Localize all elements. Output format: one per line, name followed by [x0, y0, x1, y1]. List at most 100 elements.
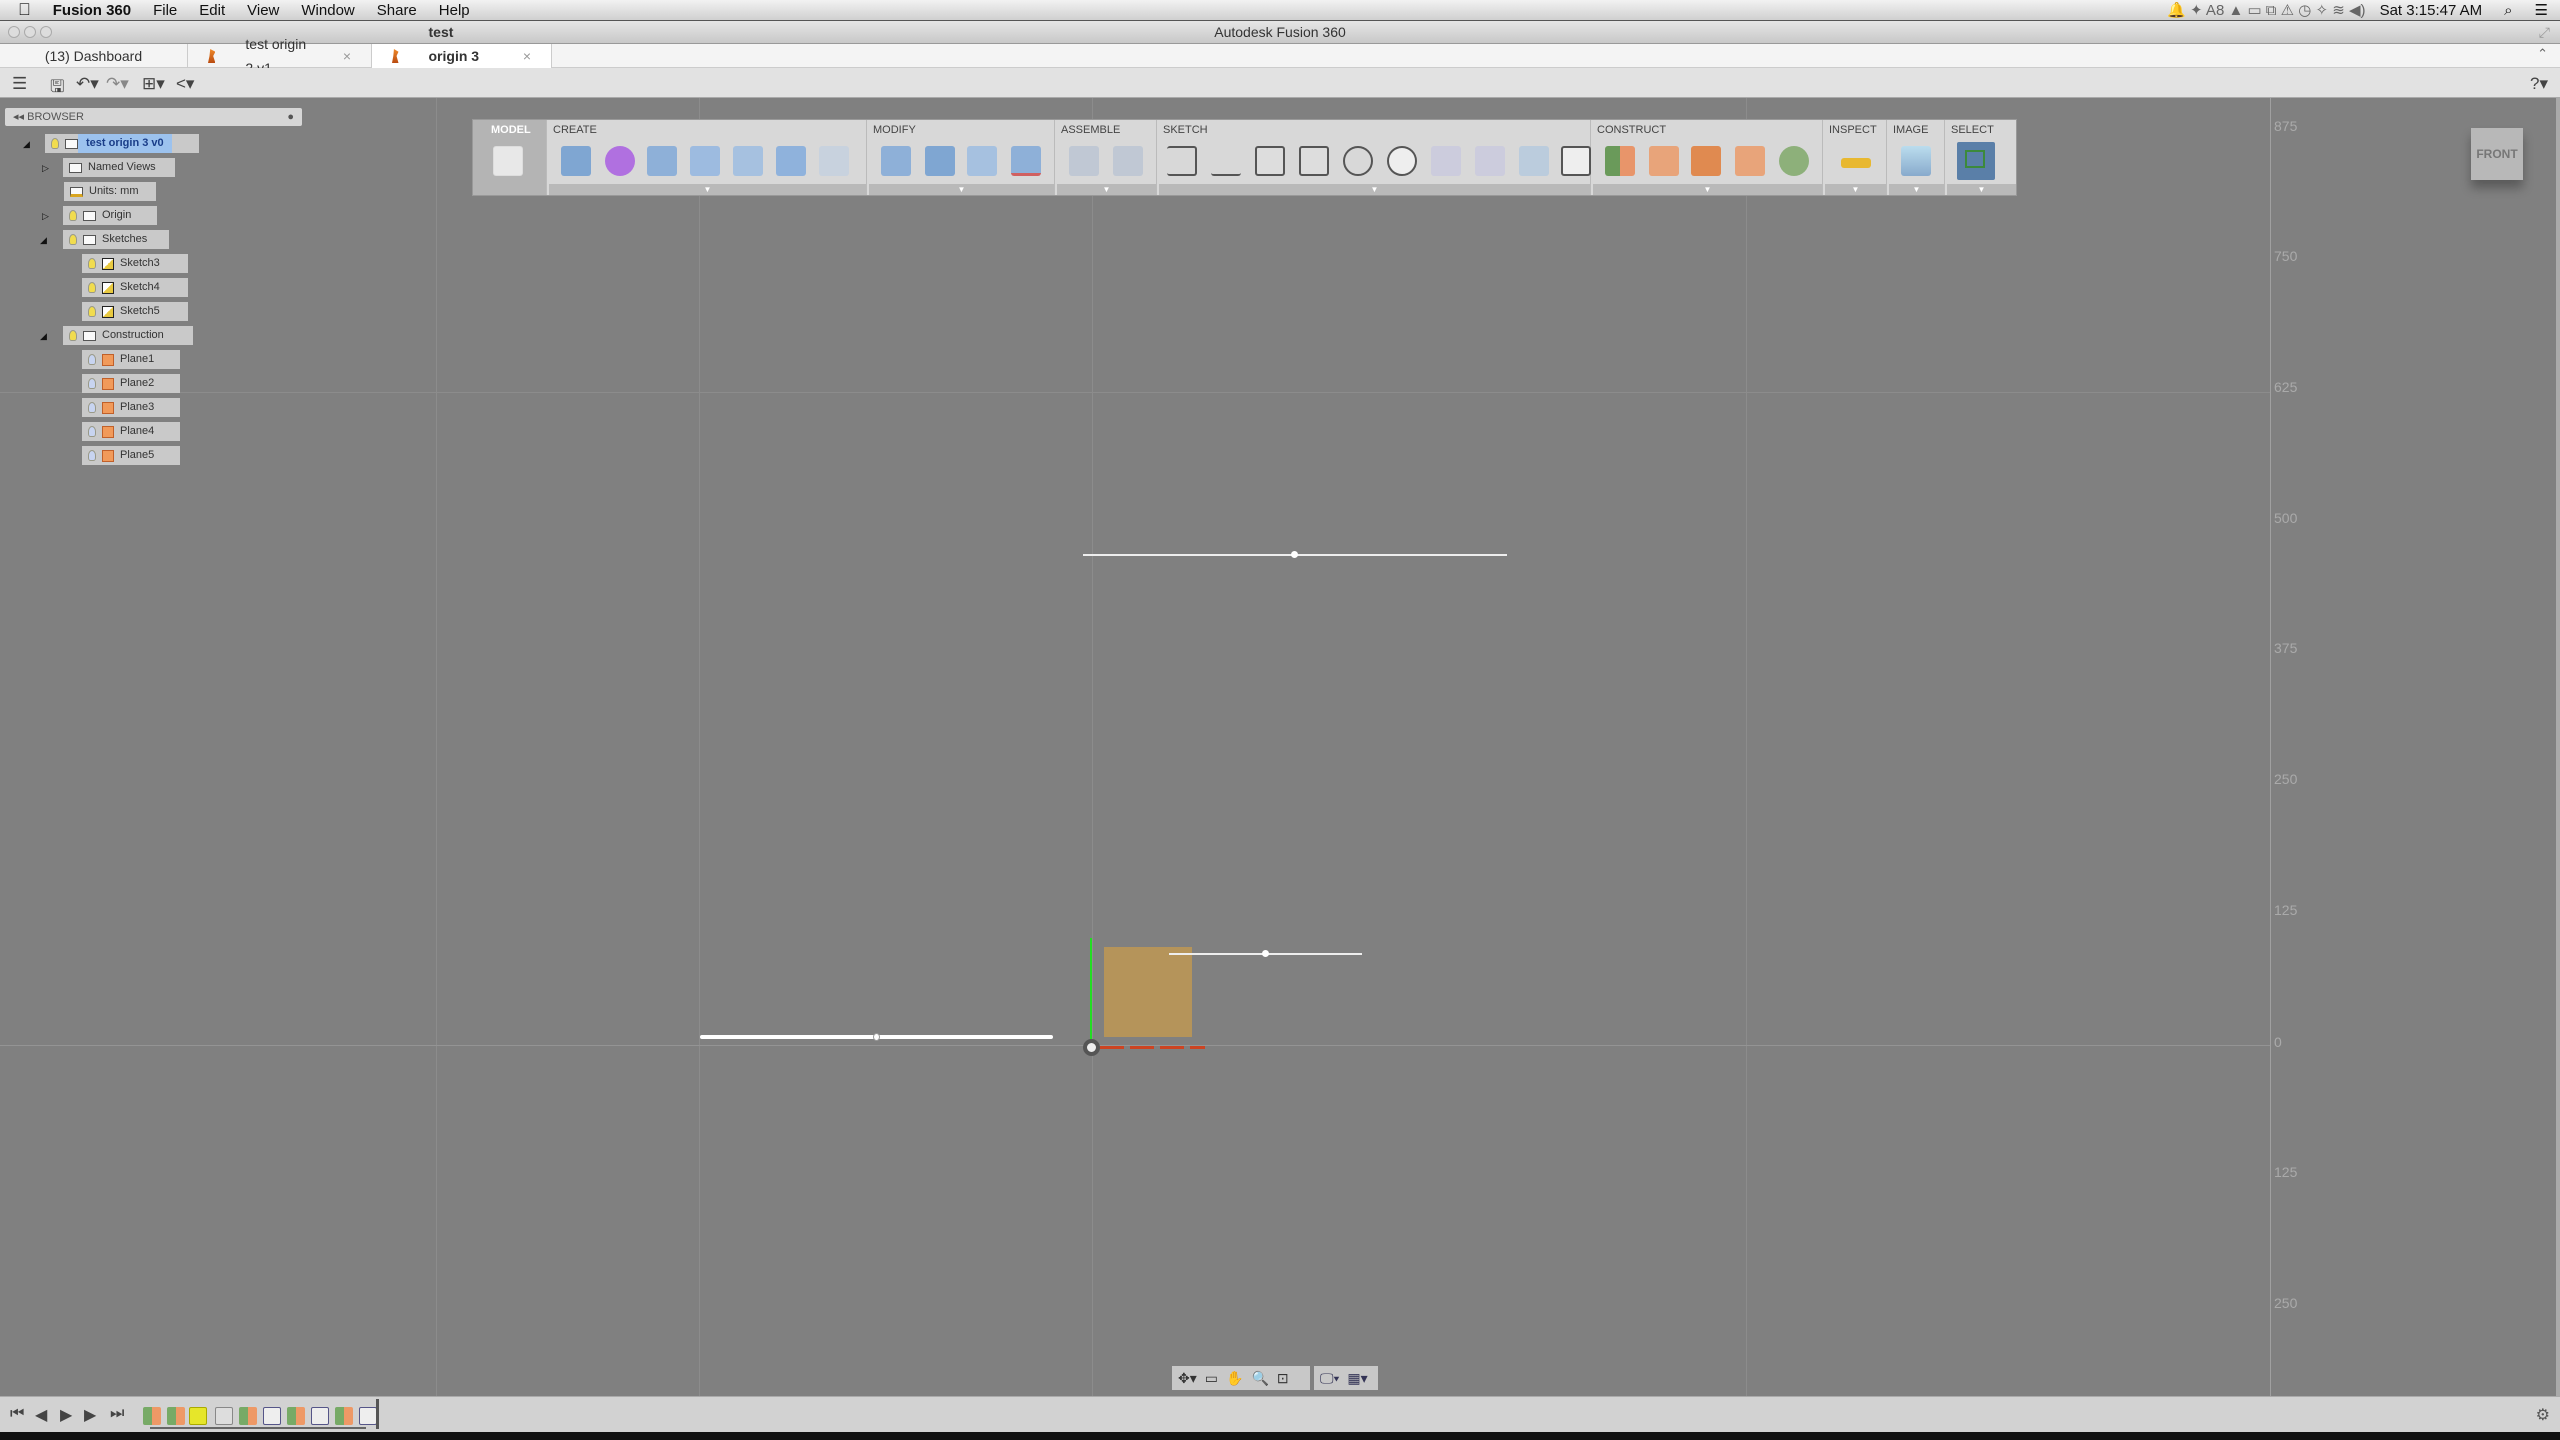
timeline-marker[interactable]: [376, 1399, 379, 1429]
browser-node-sketch5[interactable]: Sketch5: [82, 302, 188, 321]
axis-through-cylinder-icon[interactable]: [1779, 146, 1809, 176]
extrude-icon[interactable]: [647, 146, 677, 176]
share-icon[interactable]: <▾: [176, 74, 194, 94]
as-built-joint-icon[interactable]: [1113, 146, 1143, 176]
browser-node-sketch4[interactable]: Sketch4: [82, 278, 188, 297]
expand-icon[interactable]: ◢: [23, 139, 30, 150]
sketch-midpoint[interactable]: [873, 1033, 880, 1041]
offset-plane-icon[interactable]: [1605, 146, 1635, 176]
visibility-bulb-icon[interactable]: [88, 282, 96, 293]
visibility-bulb-icon[interactable]: [51, 138, 59, 149]
tab-test-origin-2[interactable]: test origin 2 v1×: [188, 36, 372, 76]
visibility-bulb-icon[interactable]: [69, 330, 77, 341]
collapse-icon[interactable]: ◢: [40, 235, 47, 246]
go-to-end-icon[interactable]: ⏭: [110, 1405, 124, 1423]
create-sketch-icon[interactable]: [1561, 146, 1591, 176]
timeline-feature-plane[interactable]: [167, 1407, 185, 1425]
browser-node-plane2[interactable]: Plane2: [82, 374, 180, 393]
tab-dashboard[interactable]: (13) Dashboard: [0, 44, 188, 68]
browser-node-units[interactable]: Units: mm: [64, 182, 156, 201]
expand-icon[interactable]: ▷: [42, 163, 49, 174]
status-icons[interactable]: 🔔 ✦ A8 ▲ ▭ ⧉ ⚠ ◷ ✧ ≋ ◀): [2167, 1, 2365, 19]
visibility-bulb-icon[interactable]: [88, 258, 96, 269]
undo-icon[interactable]: ↶▾: [76, 74, 99, 94]
menu-help[interactable]: Help: [439, 2, 470, 19]
construct-dropdown[interactable]: ▼: [1593, 184, 1822, 195]
rectangle-icon[interactable]: [1255, 146, 1285, 176]
browser-header[interactable]: ◂◂ BROWSER ●: [5, 108, 302, 126]
fillet-icon[interactable]: [925, 146, 955, 176]
notification-center-icon[interactable]: ☰: [2535, 1, 2548, 19]
visibility-bulb-off-icon[interactable]: [88, 354, 96, 365]
visibility-bulb-icon[interactable]: [88, 306, 96, 317]
box-icon[interactable]: [561, 146, 591, 176]
workspace-switcher[interactable]: MODEL: [473, 120, 547, 195]
menu-view[interactable]: View: [247, 2, 279, 19]
sketch-mirror-icon[interactable]: [1431, 146, 1461, 176]
browser-node-plane3[interactable]: Plane3: [82, 398, 180, 417]
sweep-icon[interactable]: [690, 146, 720, 176]
viewport-scrollbar[interactable]: [2556, 98, 2560, 1396]
save-icon[interactable]: 🖫: [50, 74, 64, 103]
offset-icon[interactable]: [1519, 146, 1549, 176]
render-icon[interactable]: [1901, 146, 1931, 176]
menu-share[interactable]: Share: [377, 2, 417, 19]
minimize-window-button[interactable]: [24, 26, 36, 38]
joint-icon[interactable]: [1069, 146, 1099, 176]
hierarchy-icon[interactable]: ⊞▾: [142, 74, 165, 94]
press-pull-icon[interactable]: [881, 146, 911, 176]
visibility-bulb-off-icon[interactable]: [88, 402, 96, 413]
sketch-dropdown[interactable]: ▼: [1159, 184, 1590, 195]
timeline-feature-extrude-selected[interactable]: [189, 1407, 207, 1425]
create-dropdown[interactable]: ▼: [549, 184, 866, 195]
browser-node-plane4[interactable]: Plane4: [82, 422, 180, 441]
view-cube-face-front[interactable]: FRONT: [2476, 147, 2517, 161]
origin-point[interactable]: [1083, 1039, 1100, 1056]
timeline-feature-plane[interactable]: [335, 1407, 353, 1425]
grid-settings-icon[interactable]: ▦▾: [1347, 1370, 1367, 1387]
spotlight-icon[interactable]: ⌕: [2504, 2, 2512, 19]
go-to-start-icon[interactable]: ⏮: [10, 1405, 24, 1423]
measure-icon[interactable]: [1841, 158, 1871, 168]
plane-at-angle-icon[interactable]: [1649, 146, 1679, 176]
select-icon[interactable]: [1957, 142, 1995, 180]
collapse-browser-icon[interactable]: ◂◂: [13, 111, 27, 123]
circle-icon[interactable]: [1343, 146, 1373, 176]
close-tab-icon[interactable]: ×: [523, 44, 531, 68]
sketch-midpoint[interactable]: [1262, 950, 1269, 957]
timeline-feature-sketch[interactable]: [263, 1407, 281, 1425]
visibility-bulb-icon[interactable]: [69, 210, 77, 221]
fullscreen-icon[interactable]: ⤢: [2539, 21, 2550, 44]
close-tab-icon[interactable]: ×: [343, 44, 351, 68]
data-panel-icon[interactable]: ☰: [12, 74, 27, 94]
inspect-dropdown[interactable]: ▼: [1825, 184, 1886, 195]
timeline-feature-deleted-body[interactable]: [215, 1407, 233, 1425]
browser-node-sketch3[interactable]: Sketch3: [82, 254, 188, 273]
view-cube[interactable]: FRONT: [2471, 128, 2523, 180]
zoom-icon[interactable]: 🔍: [1251, 1370, 1268, 1387]
fit-icon[interactable]: ⊡: [1277, 1370, 1289, 1387]
timeline-feature-plane[interactable]: [143, 1407, 161, 1425]
close-window-button[interactable]: [8, 26, 20, 38]
pan-icon[interactable]: ✋: [1226, 1370, 1243, 1387]
visibility-bulb-icon[interactable]: [69, 234, 77, 245]
browser-node-named-views[interactable]: Named Views: [63, 158, 175, 177]
pin-icon[interactable]: ●: [287, 108, 294, 126]
zoom-window-button[interactable]: [40, 26, 52, 38]
chamfer-icon[interactable]: [967, 146, 997, 176]
menu-window[interactable]: Window: [301, 2, 354, 19]
app-menu[interactable]: Fusion 360: [53, 2, 131, 19]
play-icon[interactable]: ▶: [84, 1405, 96, 1425]
sketch-midpoint[interactable]: [1291, 551, 1298, 558]
browser-node-sketches[interactable]: Sketches: [63, 230, 169, 249]
timeline-settings-icon[interactable]: ⚙: [2536, 1405, 2550, 1425]
timeline-feature-sketch[interactable]: [359, 1407, 377, 1425]
spline-icon[interactable]: [1211, 146, 1241, 176]
step-forward-icon[interactable]: ▶: [60, 1405, 72, 1425]
menu-edit[interactable]: Edit: [199, 2, 225, 19]
center-rectangle-icon[interactable]: [1299, 146, 1329, 176]
project-icon[interactable]: [1475, 146, 1505, 176]
timeline-feature-sketch[interactable]: [311, 1407, 329, 1425]
help-icon[interactable]: ?▾: [2530, 74, 2548, 94]
image-dropdown[interactable]: ▼: [1889, 184, 1944, 195]
